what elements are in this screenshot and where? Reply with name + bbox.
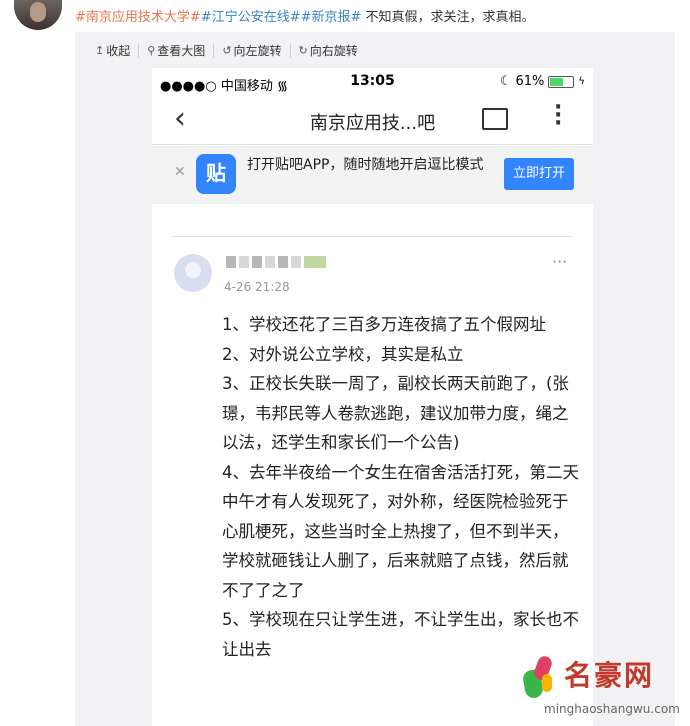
avatar[interactable] xyxy=(174,254,212,292)
moon-icon: ☾ xyxy=(499,74,512,89)
charging-icon: ϟ xyxy=(578,76,585,87)
hashtag-link[interactable]: #江宁公安在线# xyxy=(201,10,301,25)
list-item: 3、正校长失联一周了，副校长两天前跑了，(张璟，韦邦民等人卷款逃跑，建议加带力度… xyxy=(222,374,569,452)
more-icon[interactable]: ··· xyxy=(552,252,567,271)
user-avatar[interactable] xyxy=(14,0,62,30)
message-icon[interactable] xyxy=(482,108,508,130)
banner-text: 打开贴吧APP，随时随地开启逗比模式 xyxy=(247,157,484,173)
battery-status: ☾ 61% ϟ xyxy=(499,74,585,89)
more-icon[interactable]: ··· xyxy=(554,97,562,135)
post-body: 不知真假，求关注，求真相。 xyxy=(361,10,535,25)
rotate-left-icon: ↺ xyxy=(222,44,232,57)
hashtag-link[interactable]: #南京应用技术大学# xyxy=(75,10,201,25)
app-banner: ✕ 贴 打开贴吧APP，随时随地开启逗比模式 立即打开 xyxy=(152,146,593,204)
battery-icon xyxy=(548,75,575,88)
open-app-button[interactable]: 立即打开 xyxy=(504,158,574,190)
watermark-name: 名豪网 xyxy=(564,659,655,692)
post-time: 4-26 21:28 xyxy=(224,280,290,294)
list-item: 4、去年半夜给一个女生在宿舍活活打死，第二天中午才有人发现死了，对外称，经医院检… xyxy=(222,462,579,600)
rotate-right-button[interactable]: ↻ 向右旋转 xyxy=(291,44,366,58)
tieba-logo: 贴 xyxy=(196,154,236,194)
watermark-logo-icon xyxy=(521,654,558,700)
watermark-url: minghaoshangwu.com xyxy=(544,702,680,716)
phone-screenshot[interactable]: ●●●●○ 中国移动 ᯾ 13:05 ☾ 61% ϟ ‹ 南京应用技...吧 · · ·… xyxy=(152,68,593,726)
rotate-left-button[interactable]: ↺ 向左旋转 xyxy=(214,44,291,58)
view-large-button[interactable]: ⚲ 查看大图 xyxy=(139,44,215,58)
post-text: #南京应用技术大学##江宁公安在线##新京报# 不知真假，求关注，求真相。 xyxy=(75,6,535,25)
nav-bar: ‹ 南京应用技...吧 · · · xyxy=(152,97,593,145)
username-redacted xyxy=(226,256,326,270)
status-bar: ●●●●○ 中国移动 ᯾ 13:05 ☾ 61% ϟ xyxy=(152,68,593,98)
forum-title: 南京应用技...吧 xyxy=(309,113,436,134)
hashtag-link[interactable]: #新京报# xyxy=(301,10,362,25)
list-item: 2、对外说公立学校，其实是私立 xyxy=(222,344,464,364)
image-toolbar: ↥ 收起 ⚲ 查看大图 ↺ 向左旋转 ↻ 向右旋转 xyxy=(95,44,366,58)
list-item: 1、学校还花了三百多万连夜搞了五个假网址 xyxy=(222,315,546,334)
close-icon[interactable]: ✕ xyxy=(174,164,186,180)
divider xyxy=(172,236,572,237)
search-icon: ⚲ xyxy=(147,44,156,57)
collapse-button[interactable]: ↥ 收起 xyxy=(95,44,140,58)
site-watermark: 名豪网 minghaoshangwu.com xyxy=(521,642,690,726)
post-content: 1、学校还花了三百多万连夜搞了五个假网址 2、对外说公立学校，其实是私立 3、正… xyxy=(222,310,582,664)
rotate-right-icon: ↻ xyxy=(298,44,308,57)
collapse-icon: ↥ xyxy=(95,44,105,57)
